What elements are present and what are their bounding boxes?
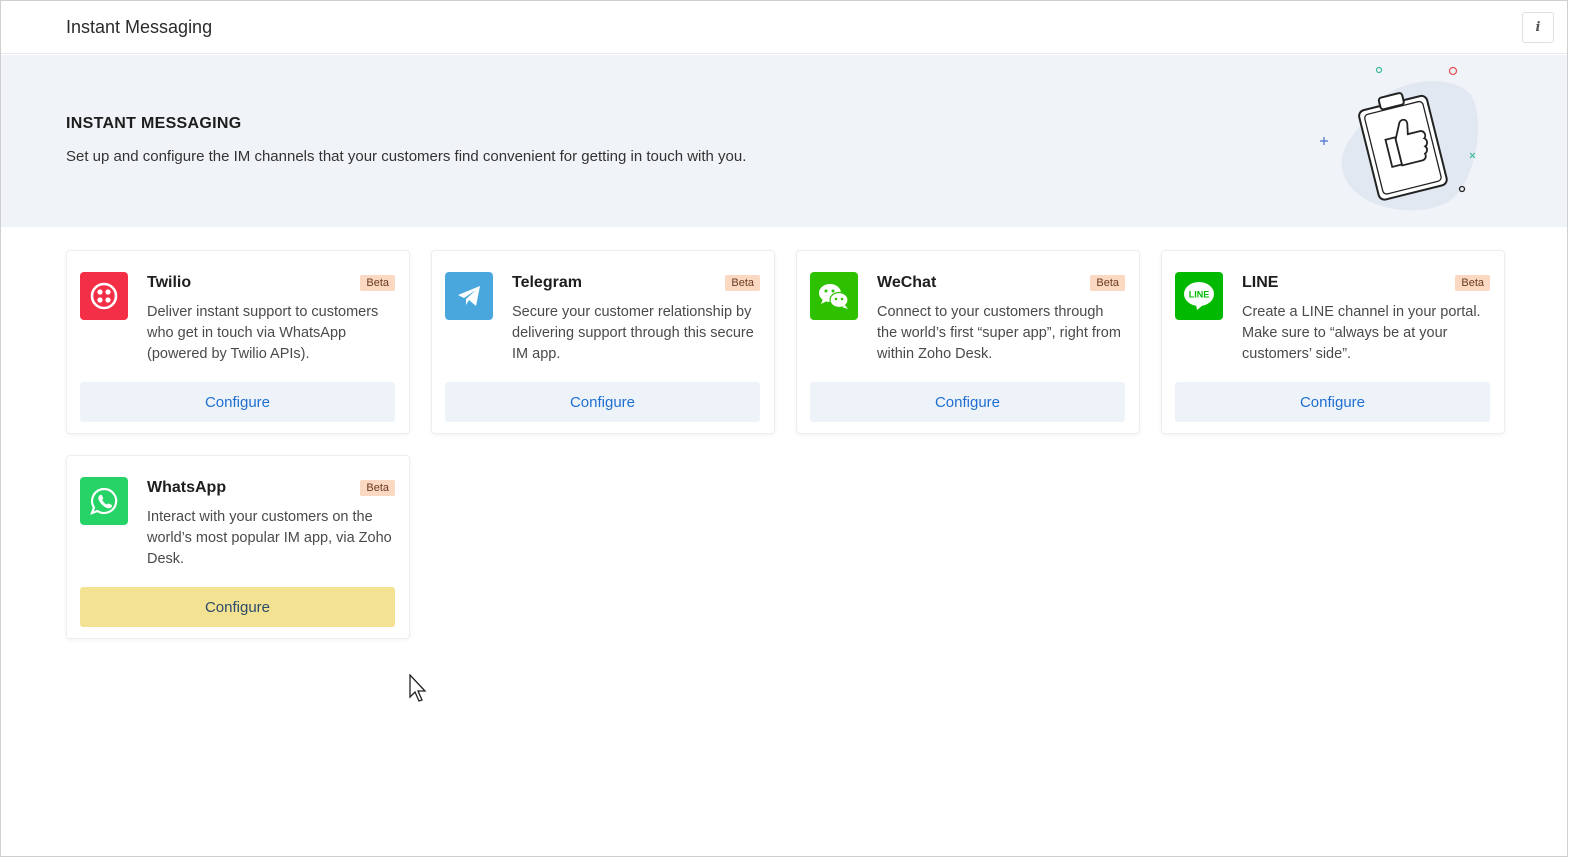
channel-description: Deliver instant support to customers who…	[147, 304, 379, 362]
channel-card-twilio: Twilio Beta Deliver instant support to c…	[66, 250, 410, 434]
channel-name: LINE	[1242, 274, 1279, 291]
channel-name: Twilio	[147, 274, 192, 291]
intro-banner: INSTANT MESSAGING Set up and configure t…	[1, 55, 1567, 227]
info-icon: i	[1535, 20, 1541, 35]
beta-badge: Beta	[360, 275, 395, 291]
channel-name: WeChat	[877, 274, 937, 291]
telegram-logo-icon	[445, 272, 493, 320]
mouse-cursor-icon	[409, 674, 427, 702]
twilio-logo-icon	[80, 272, 128, 320]
channel-description: Secure your customer relationship by del…	[512, 304, 754, 362]
beta-badge: Beta	[360, 480, 395, 496]
whatsapp-logo-icon	[80, 477, 128, 525]
info-button[interactable]: i	[1522, 12, 1554, 43]
configure-wechat-button[interactable]: Configure	[810, 382, 1125, 422]
configure-whatsapp-button[interactable]: Configure	[80, 587, 395, 627]
channel-card-line: LINE LINE Beta Create a LINE channel in …	[1161, 250, 1505, 434]
channel-description: Create a LINE channel in your portal. Ma…	[1242, 304, 1481, 362]
beta-badge: Beta	[725, 275, 760, 291]
wechat-logo-icon	[810, 272, 858, 320]
channel-description: Connect to your customers through the wo…	[877, 304, 1121, 362]
channel-card-telegram: Telegram Beta Secure your customer relat…	[431, 250, 775, 434]
line-logo-icon: LINE	[1175, 272, 1223, 320]
channel-description: Interact with your customers on the worl…	[147, 509, 392, 567]
channel-name: Telegram	[512, 274, 582, 291]
beta-badge: Beta	[1455, 275, 1490, 291]
top-bar: Instant Messaging i	[1, 1, 1567, 54]
configure-twilio-button[interactable]: Configure	[80, 382, 395, 422]
configure-line-button[interactable]: Configure	[1175, 382, 1490, 422]
channel-name: WhatsApp	[147, 479, 227, 496]
beta-badge: Beta	[1090, 275, 1125, 291]
channel-card-wechat: WeChat Beta Connect to your customers th…	[796, 250, 1140, 434]
banner-description: Set up and configure the IM channels tha…	[66, 148, 747, 165]
thumbs-up-clipboard-illustration	[1320, 66, 1479, 211]
configure-telegram-button[interactable]: Configure	[445, 382, 760, 422]
banner-heading: INSTANT MESSAGING	[66, 115, 242, 132]
page-title: Instant Messaging	[66, 17, 213, 37]
line-logo-text: LINE	[1189, 290, 1210, 300]
channel-card-whatsapp: WhatsApp Beta Interact with your custome…	[66, 455, 410, 639]
